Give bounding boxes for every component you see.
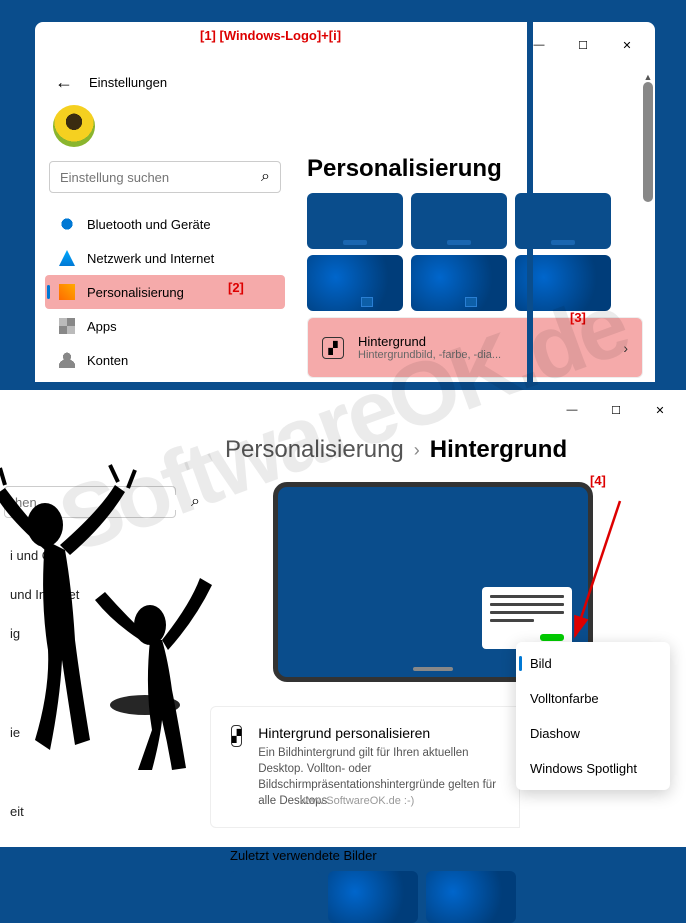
- bluetooth-icon: [59, 216, 75, 232]
- watermark-url: www.SoftwareOK.de :-): [300, 795, 414, 807]
- scrollbar[interactable]: ▲: [643, 72, 653, 378]
- sidebar-item-partial[interactable]: i und Ge: [4, 536, 176, 575]
- search-icon: ⌕: [191, 493, 200, 511]
- sidebar-item-personalization[interactable]: Personalisierung: [45, 275, 285, 309]
- personalization-icon: [59, 284, 75, 300]
- recent-images-label: Zuletzt verwendete Bilder: [210, 828, 656, 871]
- setting-subtitle: Hintergrundbild, -farbe, -dia...: [358, 349, 609, 361]
- titlebar: — ☐ ✕: [35, 22, 655, 68]
- annotation-step-2: [2]: [228, 280, 244, 295]
- dropdown-option-slideshow[interactable]: Diashow: [516, 716, 670, 751]
- preview-window-mockup: [482, 587, 572, 649]
- chevron-right-icon: ›: [623, 340, 628, 356]
- sidebar-partial: ⌕ i und Ge und Internet ig ie eit: [0, 482, 180, 923]
- breadcrumb: Personalisierung › Hintergrund: [0, 430, 686, 482]
- recent-image-thumb[interactable]: [328, 871, 418, 923]
- titlebar: — ☐ ✕: [0, 390, 686, 430]
- chevron-right-icon: ›: [414, 440, 420, 461]
- sidebar-item-label: Bluetooth und Geräte: [87, 217, 211, 232]
- sidebar-item-accounts[interactable]: Konten: [45, 343, 285, 377]
- scroll-thumb[interactable]: [643, 82, 653, 202]
- settings-label: Einstellungen: [89, 75, 167, 90]
- page-title: Personalisierung: [307, 155, 643, 183]
- decorative-bar: [527, 22, 533, 382]
- personalize-background-row: ▞ Hintergrund personalisieren Ein Bildhi…: [210, 706, 520, 828]
- sidebar-item-label: Netzwerk und Internet: [87, 251, 214, 266]
- search-icon: ⌕: [261, 168, 270, 186]
- sidebar-item-partial[interactable]: und Internet: [4, 575, 176, 614]
- picture-icon: ▞: [231, 725, 242, 747]
- annotation-arrow: [565, 496, 645, 646]
- breadcrumb-parent[interactable]: Personalisierung: [225, 436, 404, 464]
- annotation-step-4: [4]: [590, 473, 606, 488]
- annotation-step-3: [3]: [570, 310, 586, 325]
- dropdown-option-solid[interactable]: Volltonfarbe: [516, 681, 670, 716]
- sidebar-item-partial[interactable]: ie: [4, 713, 176, 752]
- sidebar-item-network[interactable]: Netzwerk und Internet: [45, 241, 285, 275]
- close-button[interactable]: ✕: [605, 30, 649, 60]
- sidebar: ⌕ Bluetooth und Geräte Netzwerk und Inte…: [35, 155, 295, 382]
- search-box[interactable]: ⌕: [49, 161, 281, 193]
- sidebar-item-partial[interactable]: eit: [4, 792, 176, 831]
- minimize-button[interactable]: —: [550, 396, 594, 424]
- close-button[interactable]: ✕: [638, 396, 682, 424]
- sidebar-item-apps[interactable]: Apps: [45, 309, 285, 343]
- search-box[interactable]: ⌕: [4, 486, 176, 518]
- recent-images: [210, 871, 656, 923]
- picture-icon: ▞: [322, 337, 344, 359]
- accounts-icon: [59, 352, 75, 368]
- minimize-button[interactable]: —: [517, 30, 561, 60]
- sidebar-item-partial[interactable]: ig: [4, 614, 176, 653]
- theme-thumb[interactable]: [307, 255, 403, 311]
- recent-image-thumb[interactable]: [426, 871, 516, 923]
- setting-title: Hintergrund: [358, 334, 609, 349]
- dropdown-option-picture[interactable]: Bild: [516, 646, 670, 681]
- content-area: Personalisierung ▞ Hintergrund Hintergru…: [295, 155, 655, 382]
- theme-thumbnails-row2: [307, 255, 643, 311]
- sidebar-item-label: Apps: [87, 319, 117, 334]
- back-button[interactable]: ←: [55, 72, 73, 93]
- apps-icon: [59, 318, 75, 334]
- setting-row-background[interactable]: ▞ Hintergrund Hintergrundbild, -farbe, -…: [307, 317, 643, 378]
- network-icon: [59, 250, 75, 266]
- background-type-dropdown[interactable]: Bild Volltonfarbe Diashow Windows Spotli…: [516, 642, 670, 790]
- scroll-up-icon[interactable]: ▲: [643, 72, 653, 82]
- maximize-button[interactable]: ☐: [561, 30, 605, 60]
- personalize-title: Hintergrund personalisieren: [258, 725, 499, 741]
- theme-thumbnails: [307, 193, 643, 249]
- theme-thumb[interactable]: [307, 193, 403, 249]
- user-avatar[interactable]: [53, 105, 95, 147]
- sidebar-item-label: Konten: [87, 353, 128, 368]
- recent-image-thumb[interactable]: [230, 871, 320, 923]
- breadcrumb-current: Hintergrund: [430, 436, 567, 464]
- theme-thumb[interactable]: [411, 193, 507, 249]
- sidebar-item-label: Personalisierung: [87, 285, 184, 300]
- preview-taskbar: [413, 667, 453, 671]
- search-input[interactable]: [60, 170, 261, 185]
- dropdown-option-spotlight[interactable]: Windows Spotlight: [516, 751, 670, 786]
- search-input[interactable]: [15, 495, 191, 510]
- maximize-button[interactable]: ☐: [594, 396, 638, 424]
- theme-thumb[interactable]: [411, 255, 507, 311]
- sidebar-item-bluetooth[interactable]: Bluetooth und Geräte: [45, 207, 285, 241]
- settings-window-top: — ☐ ✕ ← Einstellungen ⌕ Bluetooth und Ge…: [35, 22, 655, 382]
- annotation-step-1: [1] [Windows-Logo]+[i]: [200, 28, 341, 43]
